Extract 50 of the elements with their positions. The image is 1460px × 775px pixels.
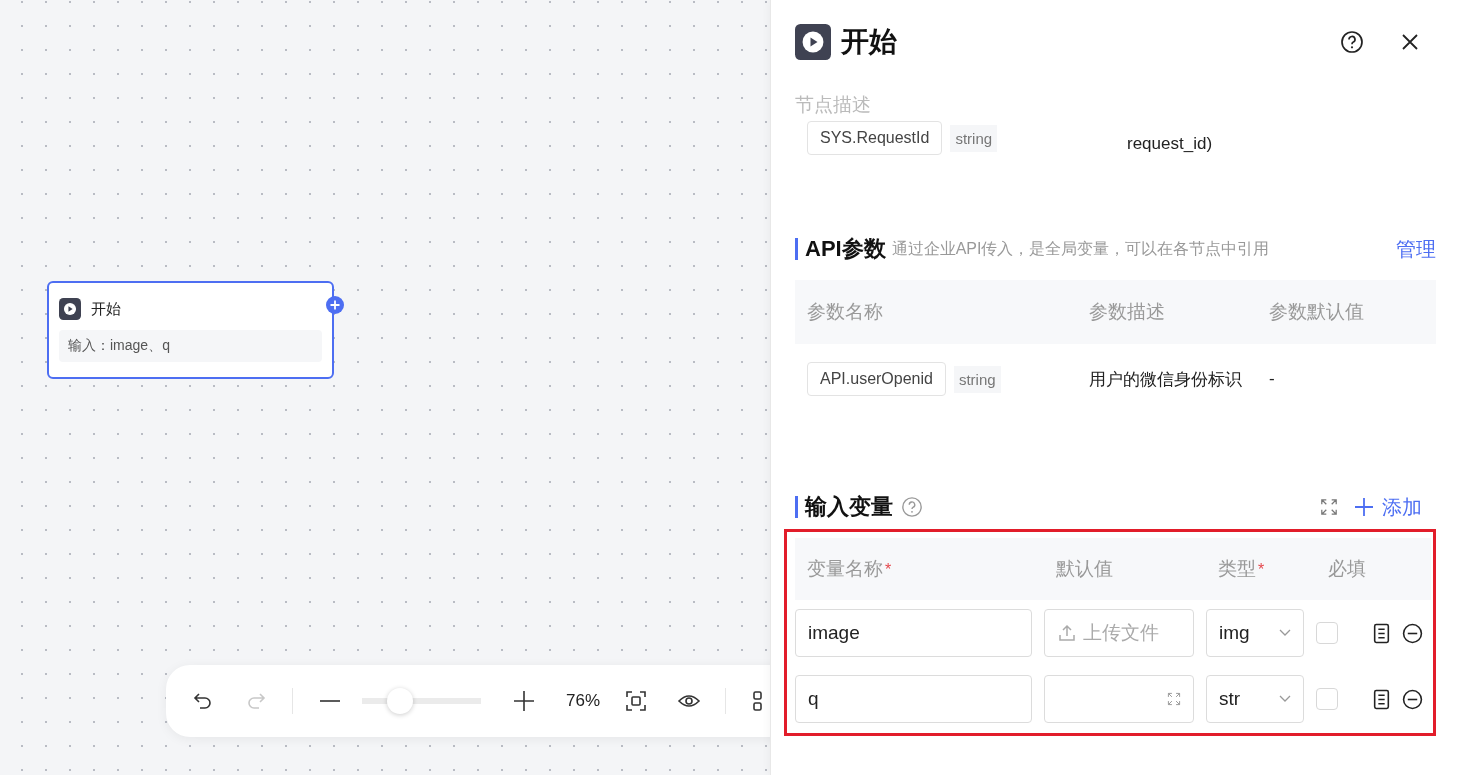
column-header: 参数名称	[807, 300, 884, 324]
column-header: 参数描述	[1089, 300, 1166, 324]
required-checkbox[interactable]	[1316, 622, 1338, 644]
expand-icon[interactable]	[1320, 498, 1338, 516]
remove-icon[interactable]	[1402, 622, 1423, 644]
default-field[interactable]	[1044, 675, 1194, 723]
variable-name: SYS.RequestId	[807, 121, 943, 155]
type-tag: string	[950, 124, 998, 152]
variable-name: API.userOpenid	[807, 362, 946, 396]
plus-icon	[1354, 497, 1374, 517]
section-title: 输入变量	[805, 496, 893, 518]
document-icon[interactable]	[1371, 688, 1392, 710]
add-button[interactable]: 添加	[1354, 497, 1422, 517]
document-icon[interactable]	[1371, 622, 1392, 644]
section-hint: 通过企业API传入，是全局变量，可以在各节点中引用	[891, 241, 1270, 257]
chevron-down-icon	[1279, 629, 1291, 637]
column-header: 必填	[1328, 557, 1367, 581]
manage-link[interactable]: 管理	[1396, 239, 1436, 259]
type-select[interactable]: img	[1206, 609, 1304, 657]
variable-description: request_id)	[1127, 134, 1213, 154]
column-header: 默认值	[1056, 557, 1114, 581]
type-select[interactable]: str	[1206, 675, 1304, 723]
required-checkbox[interactable]	[1316, 688, 1338, 710]
table-cell-text: 用户的微信身份标识	[1089, 368, 1243, 391]
panel-title: 开始	[841, 25, 897, 59]
zoom-percent: 76%	[566, 691, 601, 711]
slider-thumb[interactable]	[387, 688, 414, 714]
table-cell-text: -	[1269, 369, 1276, 389]
chevron-down-icon	[1279, 695, 1291, 703]
column-header: 类型*	[1218, 557, 1266, 581]
section-title: API参数	[805, 238, 886, 260]
help-icon[interactable]	[1340, 30, 1364, 54]
column-header: 参数默认值	[1269, 300, 1365, 324]
node-title: 开始	[91, 299, 121, 319]
name-field[interactable]: image	[795, 609, 1032, 657]
remove-icon[interactable]	[1402, 688, 1423, 710]
play-icon	[59, 298, 81, 320]
description-label: 节点描述	[795, 93, 872, 117]
fit-view-icon[interactable]	[625, 690, 648, 712]
start-node[interactable]: 开始 输入：image、q	[47, 281, 334, 379]
node-summary: 输入：image、q	[59, 330, 322, 362]
type-tag: string	[953, 365, 1001, 393]
name-field[interactable]: q	[795, 675, 1032, 723]
column-header: 变量名称*	[807, 557, 893, 581]
upload-icon	[1057, 623, 1077, 643]
zoom-in-icon[interactable]	[513, 690, 535, 712]
play-icon	[795, 24, 831, 60]
expand-icon[interactable]	[1167, 692, 1181, 706]
add-icon[interactable]	[326, 296, 344, 314]
undo-icon[interactable]	[192, 690, 214, 712]
